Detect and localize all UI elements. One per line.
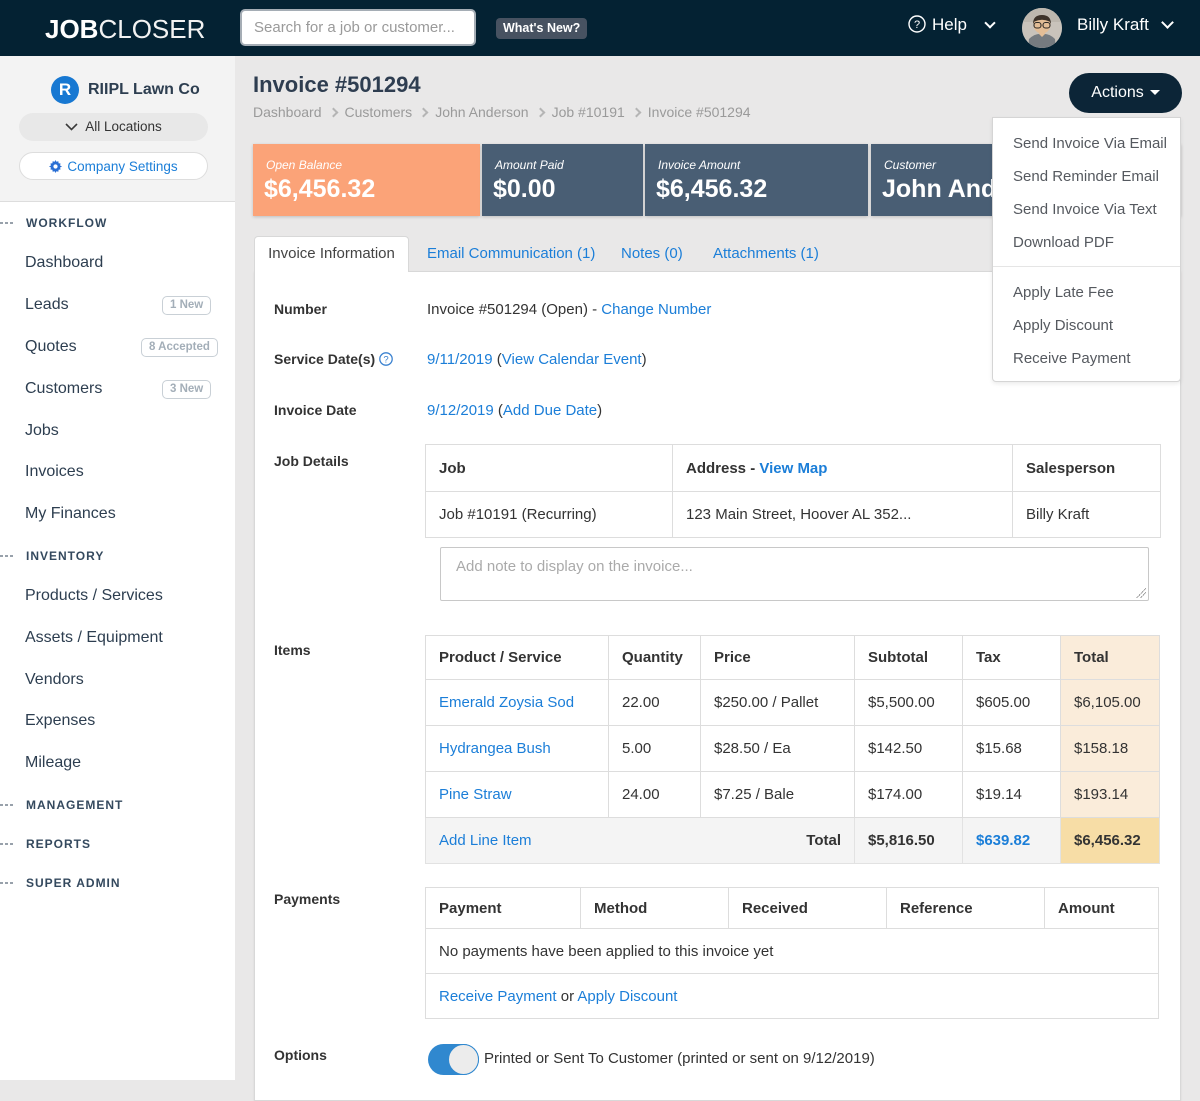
svg-text:?: ? — [383, 355, 388, 366]
svg-text:?: ? — [914, 19, 920, 31]
